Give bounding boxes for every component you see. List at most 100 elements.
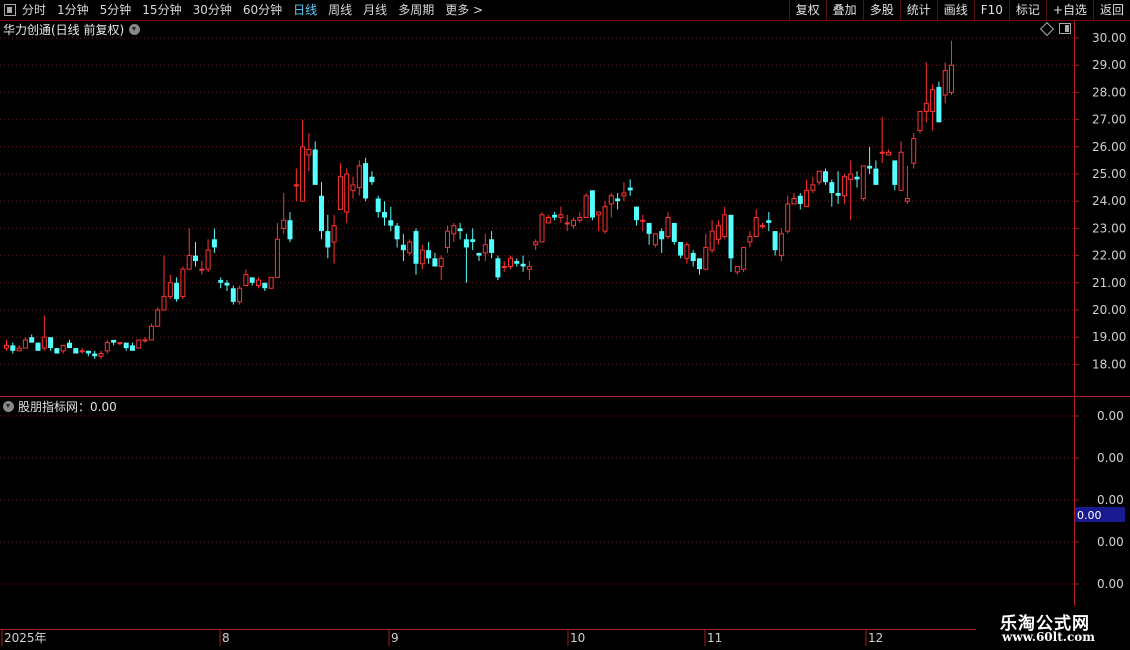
candle-body [703,246,709,270]
candle-body [785,203,791,232]
candle [949,40,954,96]
candle-body [155,309,161,327]
price-tick-label: 30.00 [1092,31,1126,45]
candle-body [85,350,91,354]
candle [287,212,293,242]
candle [167,274,173,300]
candle [262,282,268,291]
candle [873,160,879,185]
candle [16,345,22,352]
candle-body [911,138,917,164]
candle [174,277,180,302]
candle-body [697,258,702,270]
candle [841,174,847,204]
indicator-title-row: 股朋指标网：0.00 [3,398,117,414]
candle-body [262,282,268,289]
candle [823,168,828,185]
candle [816,170,822,185]
candle [67,339,72,349]
candle-body [123,342,129,349]
candle-body [495,258,501,278]
candle [753,209,759,238]
indicator-tick-label: 0.00 [1097,577,1124,591]
candle [508,255,513,270]
candle-body [400,244,406,251]
candle [413,228,419,275]
candle-body [337,176,343,210]
candle [697,258,702,275]
candle [331,214,337,264]
candle [117,342,123,346]
candle [589,190,595,221]
candle [797,193,803,210]
time-tick-label: 11 [707,631,722,645]
candle-body [722,214,728,238]
candle [312,141,318,185]
candle [659,228,665,253]
candle [646,222,652,245]
candle [904,165,910,204]
indicator-tick-label: 0.00 [1097,493,1124,507]
indicator-dropdown-icon[interactable] [3,400,14,412]
candle-body [936,86,942,123]
candle [161,255,167,311]
indicator-grid [0,415,1074,585]
candle [917,110,923,134]
candle [281,193,287,234]
candle-body [508,257,513,267]
candle [79,348,85,354]
candle [363,157,369,202]
candle [54,348,60,354]
candle [243,269,249,287]
candle [432,252,438,267]
candle [193,242,198,267]
candle [621,182,627,202]
candle-body [111,339,117,343]
candle [230,285,236,305]
candle-body [942,70,948,96]
candle [715,220,721,245]
candle-body [130,345,135,351]
kline-chart[interactable]: 30.00 29.00 28.00 27.00 26.00 25.00 24.00 23.00… [0,0,1130,650]
candle-body [596,211,602,216]
price-tick-label: 24.00 [1092,194,1126,208]
candle-body [734,265,740,273]
candle [205,239,211,272]
candle-body [841,176,847,197]
layout-toggle-icon[interactable] [1059,23,1071,34]
candle-body [445,230,450,248]
candle [627,179,633,196]
candle-body [848,173,854,180]
candle-body [457,228,463,232]
candle-body [816,170,822,183]
candle-body [892,160,898,185]
candle-body [760,225,765,228]
candle-body [741,246,747,270]
candle [470,228,476,251]
candle [400,233,406,262]
time-axis: 2025年 8 9 10 11 12 [1,630,883,646]
candle-body [463,239,469,248]
candle-body [634,206,639,221]
candle [526,261,532,281]
candle [274,222,280,278]
candle-body [375,198,381,213]
candle-body [476,252,482,256]
candle [407,239,413,256]
dropdown-icon[interactable] [129,23,141,35]
candle [35,342,41,351]
candle-body [300,146,306,202]
candle [438,255,444,281]
candle [703,233,709,270]
candle [92,350,98,359]
candle-body [552,214,558,218]
candle-body [772,231,778,251]
candle [218,277,224,289]
candle-body [174,282,180,300]
candle [583,193,589,219]
candle-body [268,276,274,289]
candle [722,206,728,240]
candle-body [526,265,532,270]
candle-body [79,350,85,353]
candle [879,116,885,164]
